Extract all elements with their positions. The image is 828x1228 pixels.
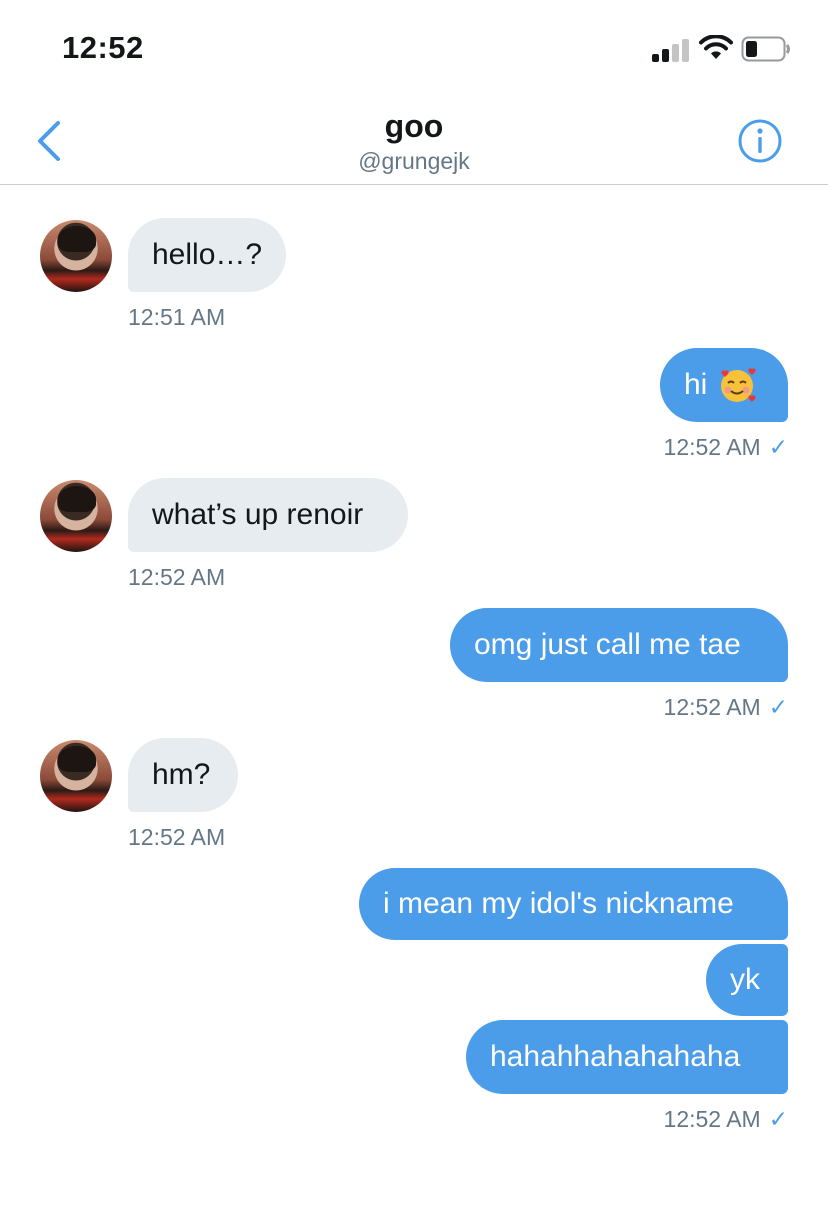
message-timestamp: 12:52 AM	[128, 824, 226, 850]
message-timestamp: 12:52 AM ✓	[588, 694, 788, 721]
message-timestamp: 12:51 AM	[128, 304, 226, 330]
outgoing-message-bubble[interactable]: hahahhahahahaha	[466, 1020, 788, 1094]
read-check-icon: ✓	[768, 434, 788, 460]
battery-icon	[741, 36, 790, 62]
outgoing-message-bubble[interactable]: i mean my idol's nickname	[359, 868, 788, 940]
status-time: 12:52	[62, 30, 144, 65]
smiling-face-with-hearts-emoji-icon	[721, 368, 756, 402]
read-check-icon: ✓	[768, 694, 788, 720]
message-timestamp: 12:52 AM	[128, 564, 226, 590]
outgoing-message-bubble[interactable]: omg just call me tae	[450, 608, 788, 682]
message-timestamp: 12:52 AM ✓	[588, 1106, 788, 1133]
outgoing-message-bubble[interactable]: hi	[660, 348, 788, 422]
read-check-icon: ✓	[768, 1106, 788, 1132]
sender-avatar[interactable]	[40, 740, 112, 812]
cellular-signal-icon	[652, 38, 692, 62]
header-divider	[0, 184, 828, 185]
info-icon[interactable]	[736, 117, 784, 165]
message-text: hi	[684, 368, 708, 401]
incoming-message-bubble[interactable]: hm?	[128, 738, 238, 812]
timestamp-text: 12:52 AM	[663, 1106, 761, 1132]
conversation-title: goo	[384, 108, 444, 144]
incoming-message-bubble[interactable]: hello…?	[128, 218, 286, 292]
sender-avatar[interactable]	[40, 220, 112, 292]
conversation-handle: @grungejk	[358, 148, 470, 174]
timestamp-text: 12:52 AM	[663, 434, 761, 460]
timestamp-text: 12:52 AM	[663, 694, 761, 720]
outgoing-message-bubble[interactable]: yk	[706, 944, 788, 1016]
message-timestamp: 12:52 AM ✓	[588, 434, 788, 461]
sender-avatar[interactable]	[40, 480, 112, 552]
wifi-icon	[699, 35, 733, 59]
incoming-message-bubble[interactable]: what’s up renoir	[128, 478, 408, 552]
